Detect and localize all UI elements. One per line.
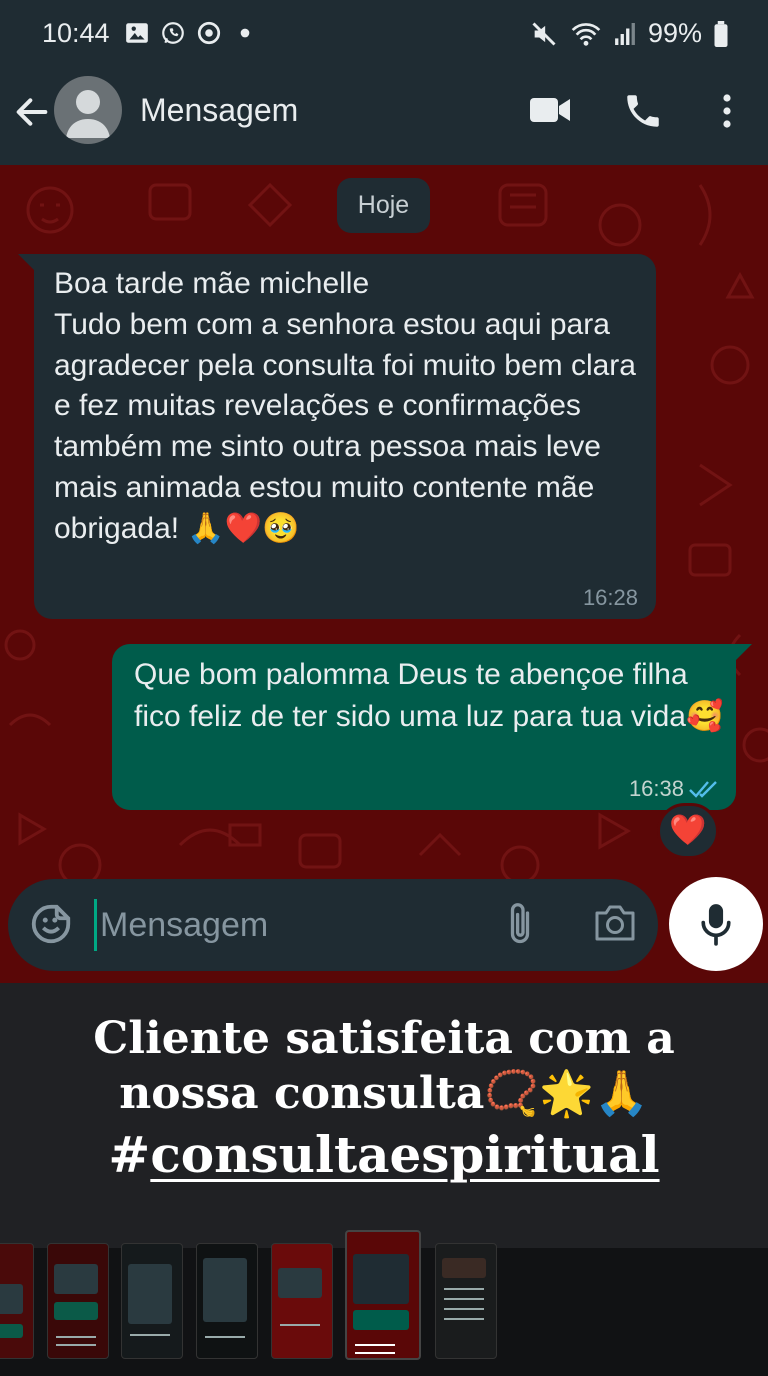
battery-icon <box>714 20 728 47</box>
chat-header: Mensagem <box>0 70 768 165</box>
caption-hashtag[interactable]: #consultaespiritual <box>0 1125 768 1184</box>
status-left-icons <box>124 20 258 46</box>
voice-record-button[interactable] <box>669 877 763 971</box>
message-composer <box>8 879 658 971</box>
text-caret <box>94 899 97 951</box>
outgoing-message-time: 16:38 <box>628 776 684 801</box>
contact-name[interactable]: Mensagem <box>140 92 298 129</box>
incoming-message-time: 16:28 <box>582 585 638 610</box>
read-ticks-icon <box>689 781 717 798</box>
thumbnail[interactable] <box>121 1243 183 1359</box>
caption-line-2: nossa consulta📿🌟🙏 <box>119 1068 649 1119</box>
status-bar: 10:44 99% <box>0 0 768 70</box>
default-avatar-icon <box>66 90 110 138</box>
microphone-icon <box>701 904 731 946</box>
sticker-emoji-icon[interactable] <box>28 901 74 947</box>
status-right-icons: 99% <box>530 18 728 49</box>
thumbnail-strip <box>0 1230 768 1376</box>
thumbnail[interactable] <box>196 1243 258 1359</box>
camera-icon[interactable] <box>593 903 637 943</box>
avatar[interactable] <box>54 76 122 144</box>
message-input[interactable] <box>100 895 480 955</box>
thumbnail[interactable] <box>0 1243 34 1359</box>
attach-clip-icon[interactable] <box>502 901 538 949</box>
chrome-icon <box>197 21 221 45</box>
image-icon <box>126 23 148 43</box>
hash-symbol: # <box>108 1125 151 1184</box>
heart-reaction[interactable]: ❤️ <box>657 803 719 859</box>
story-caption-area: Cliente satisfeita com a nossa consulta📿… <box>0 983 768 1248</box>
thumbnail-active[interactable] <box>345 1230 421 1360</box>
mute-icon <box>532 21 556 46</box>
incoming-message-text: Boa tarde mãe michelle Tudo bem com a se… <box>54 267 636 545</box>
video-call-icon[interactable] <box>528 92 572 128</box>
thumbnail[interactable] <box>271 1243 333 1359</box>
whatsapp-icon <box>162 22 184 44</box>
phone-icon[interactable] <box>622 90 664 132</box>
hashtag-text: consultaespiritual <box>150 1125 660 1184</box>
more-menu-icon[interactable] <box>712 90 742 132</box>
status-time: 10:44 <box>42 18 110 48</box>
caption-line-1: Cliente satisfeita com a <box>93 1013 675 1064</box>
incoming-message-bubble[interactable]: Boa tarde mãe michelle Tudo bem com a se… <box>18 254 656 619</box>
date-chip: Hoje <box>337 178 430 233</box>
thumbnail[interactable] <box>435 1243 497 1359</box>
wifi-icon <box>571 22 601 46</box>
battery-percent: 99% <box>647 18 702 48</box>
back-arrow-icon[interactable] <box>12 92 52 132</box>
thumbnail[interactable] <box>47 1243 109 1359</box>
chat-area[interactable]: Hoje Boa tarde mãe michelle Tudo bem com… <box>0 165 768 983</box>
signal-icon <box>615 22 635 45</box>
outgoing-message-bubble[interactable]: Que bom palomma Deus te abençoe filha fi… <box>112 644 752 810</box>
outgoing-message-text: Que bom palomma Deus te abençoe filha fi… <box>134 658 724 733</box>
dot-icon <box>240 28 250 38</box>
